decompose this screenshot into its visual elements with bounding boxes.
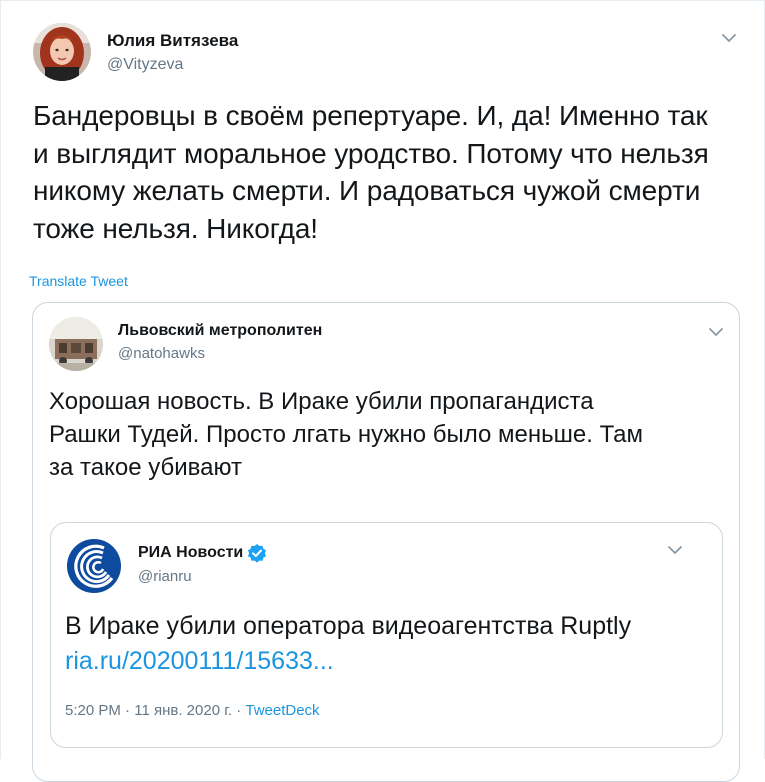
tweet-card[interactable]: Юлия Витязева @Vityzeva Бандеровцы в сво… bbox=[0, 0, 765, 782]
author-name[interactable]: Юлия Витязева bbox=[107, 31, 238, 51]
chevron-down-icon[interactable] bbox=[665, 543, 685, 557]
ria-text-line: В Ираке убили оператора видеоагентства R… bbox=[65, 612, 632, 640]
ria-tweet-time[interactable]: 5:20 PM bbox=[65, 702, 121, 719]
chevron-down-icon[interactable] bbox=[719, 31, 739, 45]
ria-author-handle[interactable]: @rianru bbox=[138, 568, 192, 585]
ria-tweet-text: В Ираке убили оператора видеоагентства R… bbox=[65, 609, 705, 679]
ria-author-name-text[interactable]: РИА Новости bbox=[138, 544, 243, 562]
ria-tweet-meta: 5:20 PM · 11 янв. 2020 г. · TweetDeck bbox=[65, 702, 320, 719]
ria-author-name[interactable]: РИА Новости bbox=[138, 543, 267, 563]
quoted-text-line: за такое убивают bbox=[49, 454, 242, 481]
quoted-tweet-text: Хорошая новость. В Ираке убили пропаганд… bbox=[49, 385, 709, 484]
verified-badge-icon bbox=[247, 543, 267, 563]
ria-tweet-date[interactable]: 11 янв. 2020 г. bbox=[134, 702, 232, 719]
ria-logo-avatar[interactable] bbox=[66, 538, 122, 594]
author-avatar[interactable] bbox=[33, 23, 91, 81]
quoted-text-line: Рашки Тудей. Просто лгать нужно было мен… bbox=[49, 421, 643, 448]
meta-separator: · bbox=[236, 702, 246, 719]
inner-quoted-tweet[interactable]: РИА Новости @rianru В Ираке убили операт… bbox=[50, 522, 723, 748]
tweet-text-line: и выглядит моральное уродство. Потому чт… bbox=[33, 137, 709, 169]
tweet-source-link[interactable]: TweetDeck bbox=[245, 702, 319, 719]
translate-tweet-link[interactable]: Translate Tweet bbox=[29, 273, 128, 289]
author-handle[interactable]: @Vityzeva bbox=[107, 56, 183, 74]
quoted-author-name[interactable]: Львовский метрополитен bbox=[118, 322, 322, 340]
tweet-text-line: Бандеровцы в своём репертуаре. И, да! Им… bbox=[33, 100, 708, 131]
tweet-text-line: тоже нельзя. Никогда! bbox=[33, 212, 318, 244]
quoted-text-line: Хорошая новость. В Ираке убили пропаганд… bbox=[49, 388, 594, 415]
meta-separator: · bbox=[125, 702, 135, 719]
quoted-author-avatar[interactable] bbox=[49, 317, 103, 371]
ria-article-link[interactable]: ria.ru/20200111/15633... bbox=[65, 644, 705, 679]
quoted-author-handle[interactable]: @natohawks bbox=[118, 345, 205, 362]
chevron-down-icon[interactable] bbox=[706, 325, 726, 339]
quoted-tweet[interactable]: Львовский метрополитен @natohawks Хороша… bbox=[32, 302, 740, 782]
tweet-text: Бандеровцы в своём репертуаре. И, да! Им… bbox=[33, 97, 743, 247]
tweet-text-line: никому желать смерти. И радоваться чужой… bbox=[33, 175, 701, 206]
